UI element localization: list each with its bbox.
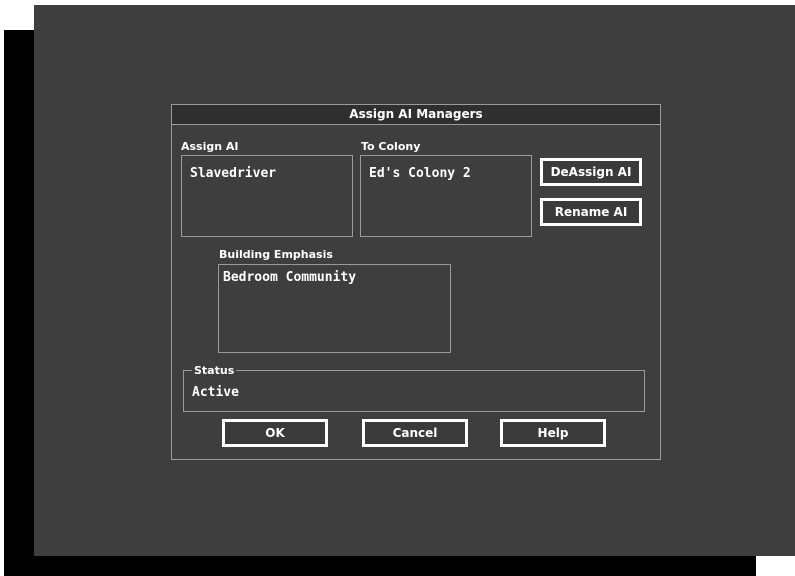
to-colony-item[interactable]: Ed's Colony 2	[369, 166, 471, 181]
assign-ai-label: Assign AI	[181, 140, 239, 153]
deassign-ai-button[interactable]: DeAssign AI	[540, 158, 642, 186]
building-emphasis-label: Building Emphasis	[219, 248, 333, 261]
status-label: Status	[192, 364, 237, 377]
cancel-button[interactable]: Cancel	[362, 419, 468, 447]
assign-ai-list[interactable]: Slavedriver	[181, 155, 353, 237]
ok-button[interactable]: OK	[222, 419, 328, 447]
to-colony-label: To Colony	[361, 140, 421, 153]
assign-ai-item[interactable]: Slavedriver	[190, 166, 276, 181]
building-emphasis-item[interactable]: Bedroom Community	[223, 270, 356, 285]
assign-ai-dialog: Assign AI Managers Assign AI Slavedriver…	[171, 104, 661, 460]
help-button[interactable]: Help	[500, 419, 606, 447]
to-colony-list[interactable]: Ed's Colony 2	[360, 155, 532, 237]
status-value: Active	[192, 385, 239, 400]
status-group: Status Active	[183, 364, 645, 412]
building-emphasis-list[interactable]: Bedroom Community	[218, 264, 451, 353]
dialog-title: Assign AI Managers	[172, 105, 660, 125]
rename-ai-button[interactable]: Rename AI	[540, 198, 642, 226]
